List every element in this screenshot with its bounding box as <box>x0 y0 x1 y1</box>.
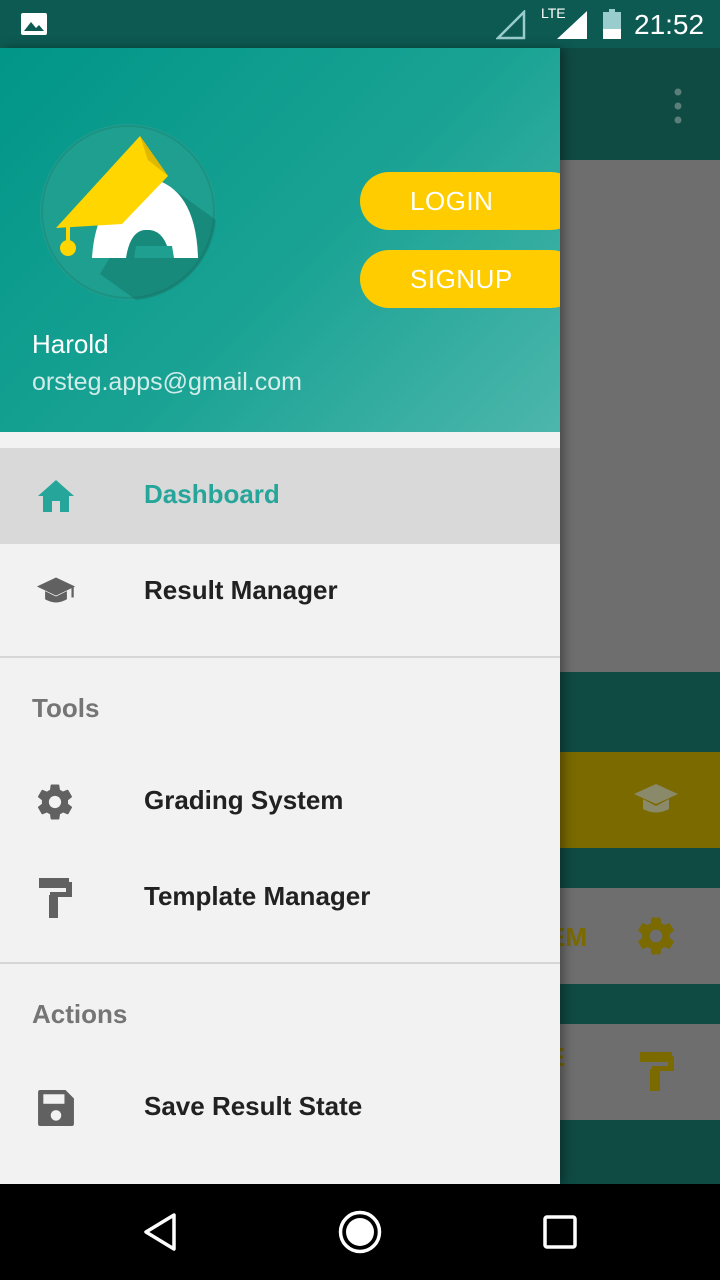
menu-item-label: Save Result State <box>144 1091 363 1121</box>
menu-item-save-result-state[interactable]: Save Result State <box>0 1060 560 1156</box>
menu-item-label: Dashboard <box>144 479 280 509</box>
home-icon <box>38 480 74 512</box>
drawer-header: LOGIN SIGNUP Harold orsteg.apps@gmail.co… <box>0 48 560 432</box>
menu-item-result-manager[interactable]: Result Manager <box>0 544 560 640</box>
menu-item-label: Template Manager <box>144 881 371 911</box>
battery-icon <box>603 9 621 39</box>
save-icon <box>38 1090 74 1126</box>
user-email: orsteg.apps@gmail.com <box>32 368 302 396</box>
paint-roller-icon <box>640 1052 674 1091</box>
menu-item-grading-system[interactable]: Grading System <box>0 754 560 850</box>
app-logo-avatar[interactable] <box>40 124 216 300</box>
user-name: Harold <box>32 329 109 359</box>
gear-icon <box>638 917 674 955</box>
status-bar: LTE 21:52 <box>0 0 720 48</box>
menu-item-label: Grading System <box>144 785 344 815</box>
gear-icon <box>37 784 73 820</box>
divider <box>0 962 560 964</box>
overflow-menu-icon[interactable] <box>674 88 682 124</box>
navigation-drawer: LOGIN SIGNUP Harold orsteg.apps@gmail.co… <box>0 48 560 1184</box>
screen: LTE 21:52 EM LOGIN SIGNUP Harold orsteg.… <box>0 0 720 1280</box>
section-title-tools: Tools <box>32 693 100 723</box>
wifi-signal-icon <box>496 10 526 40</box>
menu-item-label: Result Manager <box>144 575 338 605</box>
gallery-notification-icon <box>21 13 47 35</box>
back-icon[interactable] <box>142 1212 178 1252</box>
home-button-icon[interactable] <box>338 1210 382 1254</box>
menu-item-dashboard[interactable]: Dashboard <box>0 448 560 544</box>
recents-icon[interactable] <box>543 1215 577 1249</box>
paint-roller-icon <box>39 878 72 918</box>
login-button[interactable]: LOGIN <box>360 172 560 230</box>
cell-signal-icon <box>557 11 587 39</box>
section-title-actions: Actions <box>32 999 128 1029</box>
signup-button[interactable]: SIGNUP <box>360 250 560 308</box>
divider <box>0 656 560 658</box>
menu-item-template-manager[interactable]: Template Manager <box>0 850 560 946</box>
clock: 21:52 <box>634 9 705 40</box>
system-navigation-bar <box>0 1184 720 1280</box>
graduation-cap-icon <box>36 577 76 603</box>
graduation-cap-icon <box>634 784 678 813</box>
